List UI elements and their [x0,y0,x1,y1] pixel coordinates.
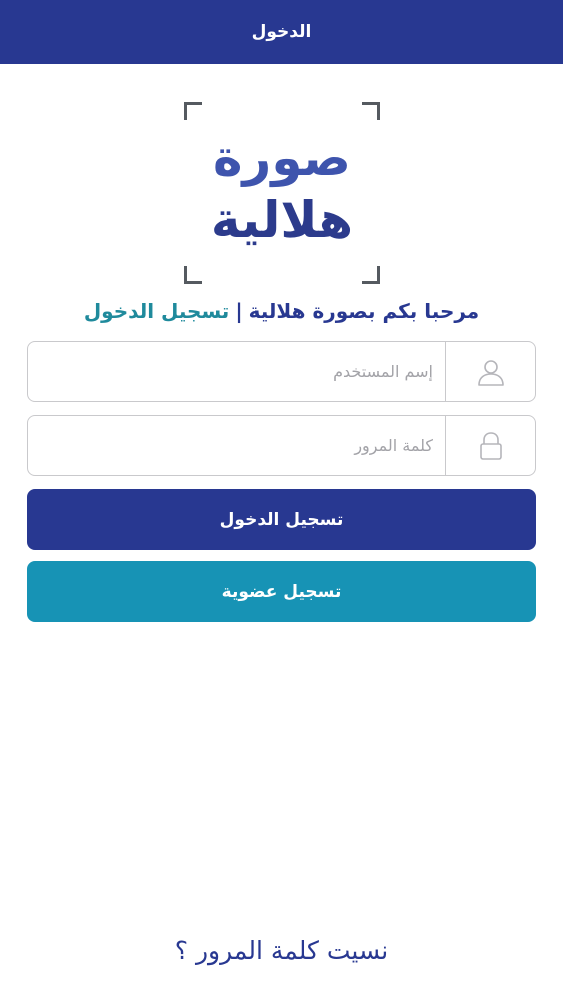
welcome-action: تسجيل الدخول [83,299,230,323]
logo-frame-corner [184,266,202,284]
app-logo: صورة هلالية [184,102,380,284]
lock-icon [479,431,502,460]
user-icon [477,359,504,386]
username-icon-cell [445,342,535,401]
password-icon-cell [445,416,535,475]
page-title: الدخول [251,22,312,42]
password-field [27,415,536,476]
logo-frame-corner [362,102,380,120]
forgot-password-link[interactable]: نسيت كلمة المرور ؟ [0,936,563,965]
top-bar: الدخول [0,0,563,64]
username-input[interactable] [28,342,445,401]
logo-frame-corner [184,102,202,120]
login-button[interactable]: تسجيل الدخول [27,489,536,550]
welcome-greeting: مرحبا بكم بصورة هلالية [248,299,480,323]
welcome-separator: | [235,299,243,323]
welcome-heading: مرحبا بكم بصورة هلالية | تسجيل الدخول [0,293,563,329]
password-input[interactable] [28,416,445,475]
logo-text-line2: هلالية [210,191,354,249]
logo-text-line1: صورة [213,129,351,187]
register-button[interactable]: تسجيل عضوية [27,561,536,622]
username-field [27,341,536,402]
logo-frame-corner [362,266,380,284]
